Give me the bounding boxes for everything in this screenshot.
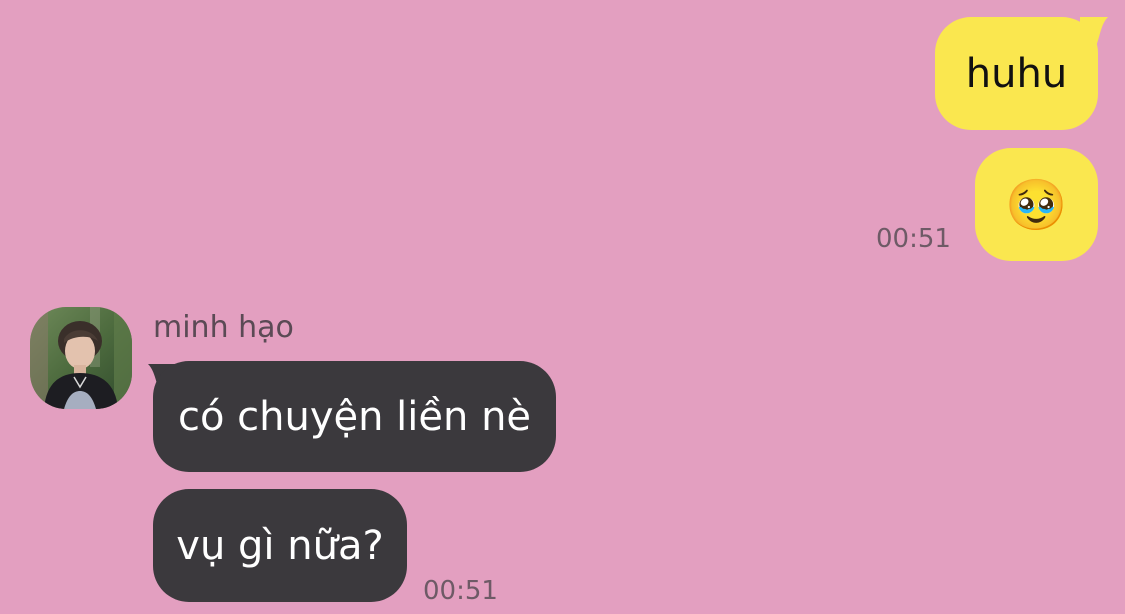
outgoing-message-bubble[interactable]: 🥹 bbox=[975, 148, 1098, 261]
sender-name: minh hạo bbox=[153, 310, 294, 345]
outgoing-bubble-tail bbox=[1080, 17, 1108, 51]
message-timestamp: 00:51 bbox=[876, 224, 951, 254]
message-text: có chuyện liền nè bbox=[177, 393, 532, 440]
outgoing-message-bubble[interactable]: huhu bbox=[935, 17, 1098, 130]
sender-avatar[interactable] bbox=[30, 307, 132, 409]
incoming-message-bubble[interactable]: có chuyện liền nè bbox=[153, 361, 556, 472]
message-timestamp: 00:51 bbox=[423, 576, 498, 606]
avatar-photo bbox=[30, 307, 132, 409]
face-holding-back-tears-emoji: 🥹 bbox=[1005, 175, 1068, 234]
message-text: vụ gì nữa? bbox=[176, 522, 384, 569]
message-text: huhu bbox=[965, 50, 1068, 97]
incoming-message-bubble[interactable]: vụ gì nữa? bbox=[153, 489, 407, 602]
